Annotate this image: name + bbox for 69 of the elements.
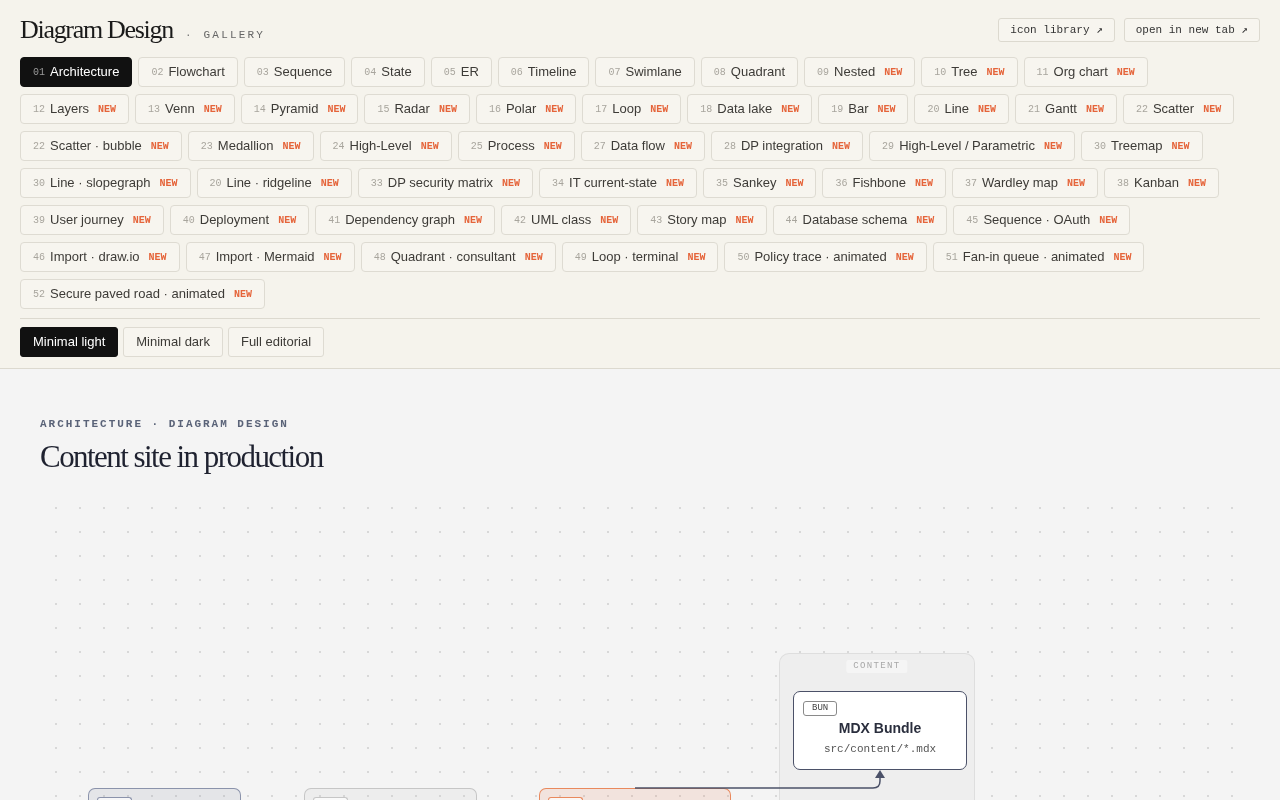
theme-tab[interactable]: Full editorial [227, 327, 325, 357]
diagram-type-tab[interactable]: 52 Secure paved road · animated NEW [20, 279, 265, 309]
diagram-type-tab[interactable]: 08 Quadrant [700, 57, 799, 87]
diagram-type-tab[interactable]: 09 Nested NEW [804, 57, 916, 87]
diagram-type-tab[interactable]: 19 Bar NEW [818, 94, 909, 124]
diagram-type-tab[interactable]: 01 Architecture [20, 57, 133, 87]
diagram-type-tab[interactable]: 39 User journey NEW [20, 205, 164, 235]
diagram-type-tab[interactable]: 27 Data flow NEW [580, 131, 705, 161]
diagram-type-tab[interactable]: 16 Polar NEW [475, 94, 577, 124]
diagram-type-tab[interactable]: 21 Gantt NEW [1015, 94, 1117, 124]
diagram-type-tab[interactable]: 35 Sankey NEW [703, 168, 817, 198]
separator-dot: · [184, 28, 192, 43]
diagram-type-tab[interactable]: 10 Tree NEW [921, 57, 1018, 87]
diagram-type-tab[interactable]: 44 Database schema NEW [772, 205, 948, 235]
theme-tab[interactable]: Minimal light [20, 327, 119, 357]
diagram-type-tab[interactable]: 05 ER [430, 57, 492, 87]
node-path: src/content/*.mdx [823, 742, 937, 756]
diagram-type-tab[interactable]: 14 Pyramid NEW [240, 94, 359, 124]
node-tag [548, 797, 583, 800]
diagram-type-tab[interactable]: 34 IT current-state NEW [539, 168, 697, 198]
diagram-type-tab[interactable]: 33 DP security matrix NEW [357, 168, 534, 198]
diagram-type-tab[interactable]: 42 UML class NEW [501, 205, 632, 235]
diagram-type-tab[interactable]: 47 Import · Mermaid NEW [185, 242, 355, 272]
diagram-type-tab[interactable]: 49 Loop · terminal NEW [561, 242, 719, 272]
breadcrumb: ARCHITECTURE · DIAGRAM DESIGN [40, 417, 289, 432]
diagram-type-tab[interactable]: 36 Fishbone NEW [822, 168, 946, 198]
diagram-type-tab[interactable]: 18 Data lake NEW [687, 94, 813, 124]
diagram-type-tab[interactable]: 20 Line · ridgeline NEW [196, 168, 352, 198]
header-link[interactable]: icon library ↗ [998, 18, 1115, 42]
node-tag [97, 797, 132, 800]
site-title: Diagram Design [20, 14, 173, 46]
diagram-type-tab[interactable]: 23 Medallion NEW [187, 131, 314, 161]
diagram-type-tab[interactable]: 25 Process NEW [457, 131, 575, 161]
node-title: MDX Bundle [838, 720, 922, 737]
diagram-type-tab[interactable]: 02 Flowchart [138, 57, 238, 87]
diagram-type-tab[interactable]: 12 Layers NEW [20, 94, 130, 124]
diagram-type-tab[interactable]: 22 Scatter NEW [1122, 94, 1235, 124]
diagram-type-tab[interactable]: 30 Line · slopegraph NEW [20, 168, 191, 198]
diagram-type-tab[interactable]: 15 Radar NEW [364, 94, 470, 124]
diagram-type-tab[interactable]: 24 High-Level NEW [319, 131, 452, 161]
diagram-type-tab[interactable]: 29 High-Level / Parametric NEW [869, 131, 1075, 161]
node-tag: BUN [803, 701, 838, 716]
diagram-type-tab[interactable]: 43 Story map NEW [637, 205, 767, 235]
diagram-type-tab[interactable]: 17 Loop NEW [582, 94, 682, 124]
diagram-type-tab[interactable]: 38 Kanban NEW [1104, 168, 1219, 198]
diagram-type-tab[interactable]: 41 Dependency graph NEW [315, 205, 496, 235]
diagram-type-tab[interactable]: 28 DP integration NEW [710, 131, 864, 161]
diagram-type-tab[interactable]: 07 Swimlane [595, 57, 695, 87]
page-title: Content site in production [40, 438, 323, 476]
diagram-type-tab[interactable]: 40 Deployment NEW [169, 205, 310, 235]
diagram-type-tab[interactable]: 11 Org chart NEW [1023, 57, 1148, 87]
diagram-type-tab[interactable]: 13 Venn NEW [135, 94, 235, 124]
diagram-type-tab[interactable]: 37 Wardley map NEW [951, 168, 1099, 198]
diagram-type-tab[interactable]: 06 Timeline [497, 57, 590, 87]
diagram-type-tab[interactable]: 48 Quadrant · consultant NEW [360, 242, 556, 272]
diagram-type-tab[interactable]: 03 Sequence [243, 57, 346, 87]
theme-tab[interactable]: Minimal dark [123, 327, 223, 357]
diagram-type-tab[interactable]: 30 Treemap NEW [1080, 131, 1203, 161]
diagram-type-tab[interactable]: 45 Sequence · OAuth NEW [953, 205, 1131, 235]
group-label: CONTENT [846, 660, 908, 673]
diagram-type-tab[interactable]: 22 Scatter · bubble NEW [20, 131, 182, 161]
diagram-type-tab[interactable]: 51 Fan-in queue · animated NEW [932, 242, 1145, 272]
diagram-type-tab[interactable]: 20 Line NEW [914, 94, 1010, 124]
gallery-label: GALLERY [203, 28, 266, 43]
node-tag [313, 797, 348, 800]
diagram-type-tab[interactable]: 46 Import · draw.io NEW [20, 242, 180, 272]
diagram-type-tab[interactable]: 04 State [351, 57, 425, 87]
diagram-type-tab[interactable]: 50 Policy trace · animated NEW [724, 242, 927, 272]
header-link[interactable]: open in new tab ↗ [1123, 18, 1260, 42]
